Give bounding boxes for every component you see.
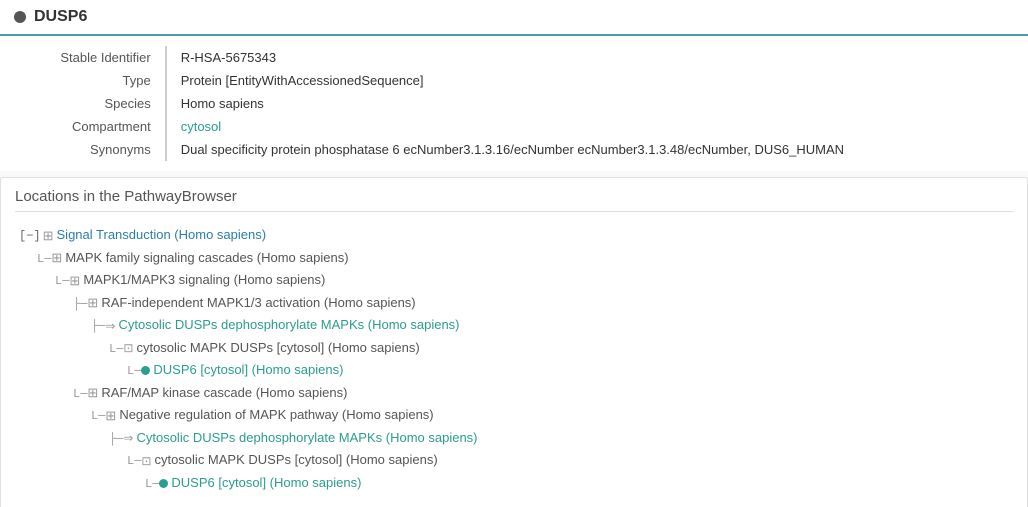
tree-connector: L─ bbox=[37, 252, 51, 266]
tree-connector: L─ bbox=[55, 274, 69, 288]
pathway-link[interactable]: Cytosolic DUSPs dephosphorylate MAPKs (H… bbox=[136, 430, 477, 445]
pathway-grid-icon: ⊞ bbox=[105, 408, 116, 423]
expand-icon[interactable]: [−] bbox=[19, 229, 41, 243]
info-value: R-HSA-5675343 bbox=[166, 46, 1003, 69]
tree-connector: ├─ bbox=[91, 319, 105, 333]
info-row: SynonymsDual specificity protein phospha… bbox=[26, 138, 1003, 161]
tree-node: L─⊡cytosolic MAPK DUSPs [cytosol] (Homo … bbox=[19, 337, 1013, 359]
pathway-grid-icon: ⊞ bbox=[69, 273, 80, 288]
tree-node: L─⊞MAPK family signaling cascades (Homo … bbox=[19, 247, 1013, 270]
tree-node: L─ DUSP6 [cytosol] (Homo sapiens) bbox=[19, 472, 1013, 494]
pathway-link[interactable]: Signal Transduction (Homo sapiens) bbox=[57, 227, 267, 242]
tree-connector: ├─ bbox=[109, 432, 123, 446]
info-value: Dual specificity protein phosphatase 6 e… bbox=[166, 138, 1003, 161]
pathway-text: MAPK family signaling cascades (Homo sap… bbox=[65, 250, 348, 265]
reaction-icon: ⇒ bbox=[105, 319, 115, 333]
pathway-text: Negative regulation of MAPK pathway (Hom… bbox=[119, 407, 433, 422]
info-table: Stable IdentifierR-HSA-5675343TypeProtei… bbox=[26, 46, 1003, 161]
pathway-grid-icon: ⊞ bbox=[87, 295, 98, 310]
tree-connector: L─ bbox=[145, 477, 159, 491]
pathway-text: MAPK1/MAPK3 signaling (Homo sapiens) bbox=[83, 272, 325, 287]
entity-dot-icon bbox=[159, 479, 168, 488]
info-row: Compartment cytosol bbox=[26, 115, 1003, 138]
info-value: Protein [EntityWithAccessionedSequence] bbox=[166, 69, 1003, 92]
tree-connector: L─ bbox=[73, 387, 87, 401]
pathway-grid-icon: ⊞ bbox=[43, 228, 54, 243]
tree-connector: ├─ bbox=[73, 297, 87, 311]
info-link[interactable]: cytosol bbox=[181, 119, 221, 134]
tree-node: L─⊞Negative regulation of MAPK pathway (… bbox=[19, 404, 1013, 427]
pathway-grid-icon: ⊞ bbox=[51, 250, 62, 265]
tree-connector: L─ bbox=[91, 409, 105, 423]
info-value: Homo sapiens bbox=[166, 92, 1003, 115]
entity-dot-icon bbox=[14, 11, 26, 23]
tree-connector: L─ bbox=[127, 364, 141, 378]
pathway-text: RAF/MAP kinase cascade (Homo sapiens) bbox=[101, 385, 347, 400]
set-icon: ⊡ bbox=[141, 454, 151, 468]
pathway-grid-icon: ⊞ bbox=[87, 385, 98, 400]
entity-dot-icon bbox=[141, 366, 150, 375]
pathway-link[interactable]: Cytosolic DUSPs dephosphorylate MAPKs (H… bbox=[118, 317, 459, 332]
info-label: Type bbox=[26, 69, 166, 92]
tree-node: L─ DUSP6 [cytosol] (Homo sapiens) bbox=[19, 359, 1013, 381]
pathway-text: RAF-independent MAPK1/3 activation (Homo… bbox=[101, 295, 415, 310]
pathway-text: cytosolic MAPK DUSPs [cytosol] (Homo sap… bbox=[136, 340, 419, 355]
pathway-link[interactable]: DUSP6 [cytosol] (Homo sapiens) bbox=[153, 362, 343, 377]
tree-node: L─⊡cytosolic MAPK DUSPs [cytosol] (Homo … bbox=[19, 449, 1013, 471]
tree-node: ├─⇒Cytosolic DUSPs dephosphorylate MAPKs… bbox=[19, 427, 1013, 449]
info-section: Stable IdentifierR-HSA-5675343TypeProtei… bbox=[0, 36, 1028, 171]
info-row: Stable IdentifierR-HSA-5675343 bbox=[26, 46, 1003, 69]
info-value: cytosol bbox=[166, 115, 1003, 138]
locations-section: Locations in the PathwayBrowser [−]⊞Sign… bbox=[0, 177, 1028, 507]
info-label: Synonyms bbox=[26, 138, 166, 161]
info-label: Compartment bbox=[26, 115, 166, 138]
tree-connector: L─ bbox=[109, 342, 123, 356]
pathway-tree: [−]⊞Signal Transduction (Homo sapiens)L─… bbox=[15, 224, 1013, 494]
tree-node: [−]⊞Signal Transduction (Homo sapiens) bbox=[19, 224, 1013, 247]
set-icon: ⊡ bbox=[123, 341, 133, 355]
tree-node: L─⊞MAPK1/MAPK3 signaling (Homo sapiens) bbox=[19, 269, 1013, 292]
locations-title: Locations in the PathwayBrowser bbox=[15, 188, 1013, 212]
entity-title: DUSP6 bbox=[34, 8, 87, 26]
tree-connector: L─ bbox=[127, 454, 141, 468]
tree-node: ├─⇒Cytosolic DUSPs dephosphorylate MAPKs… bbox=[19, 314, 1013, 336]
info-label: Species bbox=[26, 92, 166, 115]
reaction-icon: ⇒ bbox=[123, 431, 133, 445]
info-row: TypeProtein [EntityWithAccessionedSequen… bbox=[26, 69, 1003, 92]
info-label: Stable Identifier bbox=[26, 46, 166, 69]
page-header: DUSP6 bbox=[0, 0, 1028, 36]
pathway-text: cytosolic MAPK DUSPs [cytosol] (Homo sap… bbox=[154, 452, 437, 467]
tree-node: L─⊞RAF/MAP kinase cascade (Homo sapiens) bbox=[19, 382, 1013, 405]
pathway-link[interactable]: DUSP6 [cytosol] (Homo sapiens) bbox=[171, 475, 361, 490]
tree-node: ├─⊞RAF-independent MAPK1/3 activation (H… bbox=[19, 292, 1013, 315]
info-row: SpeciesHomo sapiens bbox=[26, 92, 1003, 115]
